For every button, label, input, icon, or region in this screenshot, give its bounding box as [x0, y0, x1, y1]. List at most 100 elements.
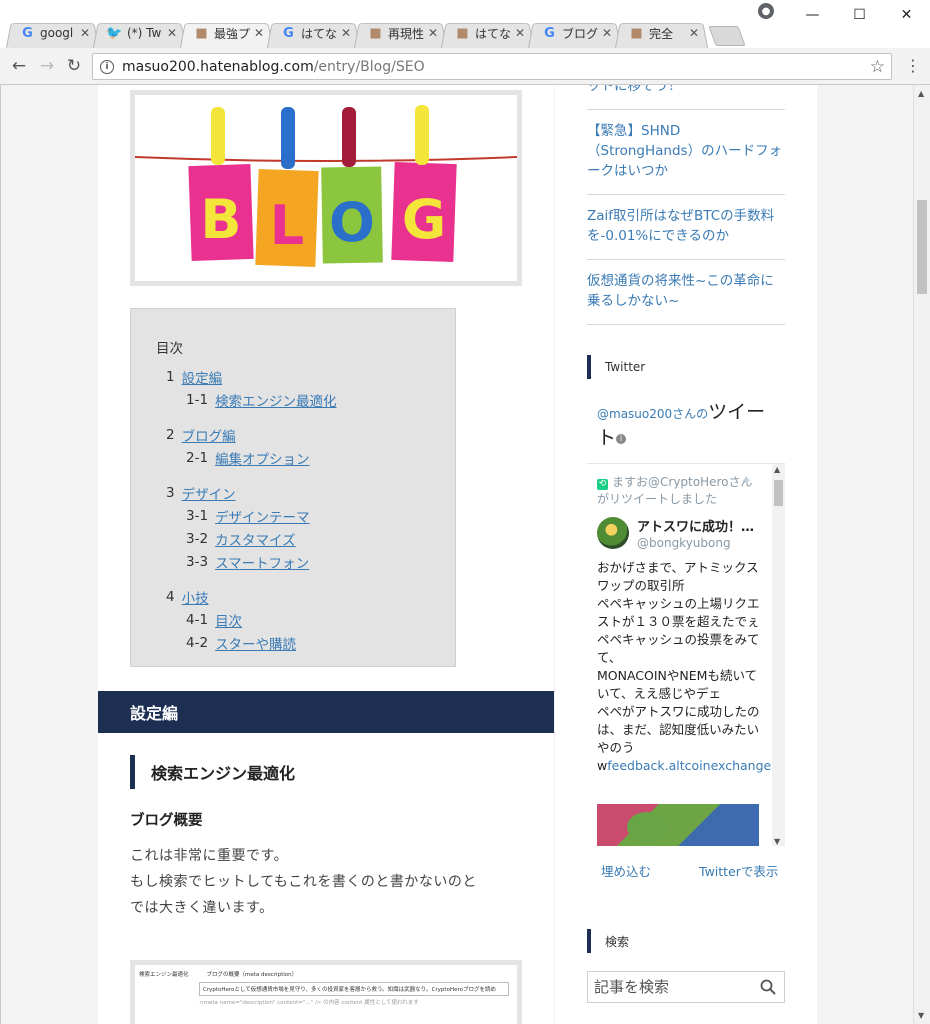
tab-close-icon[interactable]: ✕ — [601, 26, 613, 40]
tweet-line: おかげさまで、アトミックス — [597, 560, 759, 575]
browser-tab[interactable]: G ブログ ✕ — [528, 18, 621, 48]
scroll-down-icon[interactable]: ▼ — [918, 1011, 924, 1020]
browser-titlebar: Ggoogl ✕ 🐦 (*) Tw ✕ ■ 最強プ ✕ G はてな ✕ ■ 再現性 ✕ ■ はてな ✕ G ブログ ✕… — [0, 0, 930, 48]
tweet-line: ストが１３０票を超えたでぇ — [597, 614, 760, 629]
new-tab-button[interactable] — [712, 26, 742, 46]
scroll-down-icon[interactable]: ▼ — [774, 837, 780, 846]
browser-tab[interactable]: G はてな ✕ — [267, 18, 360, 48]
site-icon: ■ — [456, 25, 469, 41]
search-input[interactable] — [594, 978, 754, 996]
profile-icon[interactable]: ● — [758, 3, 774, 19]
tweet-media-image[interactable] — [597, 804, 759, 846]
toc-link[interactable]: デザインテーマ — [215, 506, 310, 526]
tab-label: 再現性 — [388, 26, 425, 41]
toc-subitem: 3-2 カスタマイズ — [156, 527, 455, 550]
twitter-info-icon[interactable]: i — [616, 434, 627, 444]
toc-title: 目次 — [156, 341, 183, 357]
browser-tab[interactable]: ■ 最強プ ✕ — [180, 18, 273, 48]
tab-close-icon[interactable]: ✕ — [427, 26, 439, 40]
tab-close-icon[interactable]: ✕ — [340, 26, 352, 40]
forward-icon[interactable]: → — [37, 56, 57, 76]
browser-tab[interactable]: Ggoogl ✕ — [6, 18, 99, 48]
tab-close-icon[interactable]: ✕ — [514, 26, 526, 40]
screenshot-field-label: ブログの概要（meta description） — [206, 972, 298, 978]
site-icon: ■ — [369, 25, 382, 41]
twitter-widget: @masuo200さんのツイート i ⟲ ますお@CryptoHeroさんがリツイー… — [587, 400, 785, 879]
toc-subitem: 1-1 検索エンジン最適化 — [156, 388, 455, 411]
toc-link[interactable]: デザイン — [182, 483, 236, 503]
toc-link[interactable]: スターや購読 — [215, 633, 296, 653]
paragraph-line: では大きく違います。 — [130, 900, 274, 916]
tab-close-icon[interactable]: ✕ — [79, 26, 91, 40]
page-scrollbar-thumb[interactable] — [917, 200, 927, 294]
page-scrollbar[interactable]: ▲ ▼ — [913, 85, 930, 1024]
search-icon[interactable] — [760, 979, 776, 995]
browser-tab[interactable]: ■ はてな ✕ — [441, 18, 534, 48]
recent-article-link[interactable]: ットに移そう！ — [587, 85, 785, 110]
tweet-author-name[interactable]: アトスワに成功！… — [637, 516, 762, 535]
maximize-icon[interactable]: ☐ — [836, 0, 883, 30]
toc-number: 3 — [166, 484, 175, 501]
scroll-up-icon[interactable]: ▲ — [918, 89, 924, 98]
recent-article-link[interactable]: 仮想通貨の将来性~この革命に乗るしかない~ — [587, 260, 785, 325]
close-window-icon[interactable]: ✕ — [883, 0, 930, 30]
tab-label: googl — [40, 26, 74, 40]
tab-close-icon[interactable]: ✕ — [253, 26, 265, 40]
toc-number: 3-2 — [186, 530, 209, 547]
tab-label: 完全 — [649, 26, 674, 41]
twitter-widget-header: @masuo200さんのツイート i — [597, 400, 777, 451]
url-path: /entry/Blog/SEO — [313, 58, 425, 75]
toc-link[interactable]: 編集オプション — [215, 448, 310, 468]
tweet-link[interactable]: feedback.altcoinexchange.com/suggestions… — [607, 758, 785, 773]
scroll-up-icon[interactable]: ▲ — [774, 465, 780, 474]
tweet-timeline-scrollbar[interactable]: ▲ ▼ — [772, 464, 785, 846]
tab-close-icon[interactable]: ✕ — [166, 26, 178, 40]
recent-article-link[interactable]: Zaif取引所はなぜBTCの手数料を-0.01%にできるのか — [587, 195, 785, 260]
tweet-line: やのう — [597, 740, 635, 755]
avatar[interactable] — [597, 517, 629, 549]
twitter-handle-link[interactable]: @masuo200さんの — [597, 407, 708, 421]
toc-subitem: 4-2 スターや購読 — [156, 631, 455, 654]
browser-menu-icon[interactable]: ⋮ — [905, 56, 921, 75]
back-icon[interactable]: ← — [9, 56, 29, 76]
tab-label: 最強プ — [214, 26, 251, 41]
browser-tab[interactable]: 🐦 (*) Tw ✕ — [93, 18, 186, 48]
toc-link[interactable]: 目次 — [215, 610, 242, 630]
address-bar[interactable]: i masuo200.hatenablog.com/entry/Blog/SEO… — [92, 53, 892, 80]
tweet-timeline[interactable]: ⟲ ますお@CryptoHeroさんがリツイートしました ✦ アトスワに成功！… … — [587, 463, 785, 846]
toc-number: 3-1 — [186, 507, 209, 524]
url-host: masuo200.hatenablog.com — [122, 58, 314, 75]
bookmark-star-icon[interactable]: ☆ — [870, 57, 885, 77]
toc-link[interactable]: 設定編 — [182, 367, 223, 387]
minimize-icon[interactable]: — — [789, 0, 836, 30]
browser-tab[interactable]: ■ 完全 ✕ — [615, 18, 708, 48]
toc-number: 1-1 — [186, 391, 209, 408]
browser-tab[interactable]: ■ 再現性 ✕ — [354, 18, 447, 48]
tab-label: はてな — [301, 26, 338, 41]
tab-close-icon[interactable]: ✕ — [688, 26, 700, 40]
toc-link[interactable]: ブログ編 — [182, 425, 236, 445]
site-info-icon[interactable]: i — [100, 59, 114, 74]
retweet-notice-text: ますお@CryptoHeroさんがリツイートしました — [597, 475, 753, 506]
toc-link[interactable]: カスタマイズ — [215, 529, 296, 549]
toc-link[interactable]: スマートフォン — [215, 552, 309, 572]
settings-screenshot: 検索エンジン最適化 ブログの概要（meta description） Crypt… — [130, 960, 522, 1024]
twitter-section-heading: Twitter — [587, 355, 645, 379]
recent-article-link[interactable]: 【緊急】SHND（StrongHands）のハードフォークはいつか — [587, 110, 785, 195]
embed-link[interactable]: 埋め込む — [601, 861, 651, 880]
reload-icon[interactable]: ↻ — [64, 56, 84, 76]
scrollbar-thumb[interactable] — [774, 480, 783, 506]
view-on-twitter-link[interactable]: Twitterで表示 — [699, 861, 778, 880]
article-paragraph: これは非常に重要です。 もし検索でヒットしてもこれを書くのと書かないのと では大… — [130, 843, 530, 921]
page-viewport: B L O G 目次 1 設定編 1-1 検索エンジン最適化 2 ブログ編 2-1 編集オプシ… — [0, 85, 913, 1024]
tweet-line: ワップの取引所 — [597, 578, 685, 593]
toc-link[interactable]: 小技 — [182, 587, 209, 607]
toc-subitem: 3-1 デザインテーマ — [156, 504, 455, 527]
recent-article-link-text[interactable]: ットに移そう！ — [587, 85, 682, 96]
toc-item: 2 ブログ編 — [156, 423, 455, 446]
tweet-author-handle[interactable]: @bongkyubong — [637, 536, 731, 550]
google-icon: G — [283, 25, 294, 41]
tweet-line: ペペキャッシュの上場リクエ — [597, 596, 760, 611]
tweet-text: おかげさまで、アトミックス ワップの取引所ペペキャッシュの上場リクエ ストが１３０票… — [597, 559, 785, 775]
toc-link[interactable]: 検索エンジン最適化 — [215, 390, 337, 410]
